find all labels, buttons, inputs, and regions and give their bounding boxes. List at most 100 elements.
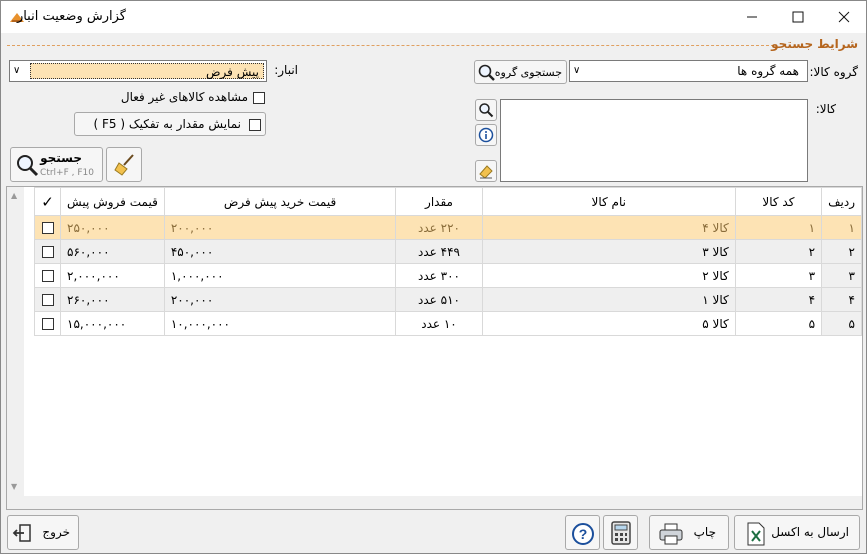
warehouse-select[interactable]: ∨ پیش فرض xyxy=(9,60,267,82)
table-row[interactable]: ۵ ۵ کالا ۵ ۱۰ عدد ۱۰,۰۰۰,۰۰۰ ۱۵,۰۰۰,۰۰۰ xyxy=(33,311,862,336)
row-select-cell xyxy=(33,311,62,336)
column-header-quantity[interactable]: مقدار xyxy=(395,187,483,216)
product-group-label: گروه کالا: xyxy=(809,65,859,79)
product-group-select[interactable]: ∨ همه گروه ها xyxy=(569,60,808,82)
table-row[interactable]: ۴ ۴ کالا ۱ ۵۱۰ عدد ۲۰۰,۰۰۰ ۲۶۰,۰۰۰ xyxy=(33,287,862,312)
section-divider xyxy=(7,45,774,46)
maximize-icon xyxy=(792,11,804,23)
group-search-button[interactable]: جستجوی گروه xyxy=(474,60,567,84)
row-checkbox[interactable] xyxy=(41,270,54,282)
title-bar: گزارش وضعیت انبار xyxy=(1,1,866,33)
vertical-scrollbar[interactable]: ▲ ▼ xyxy=(7,187,24,509)
show-breakdown-toggle[interactable]: نمایش مقدار به تفکیک ( F5 ) xyxy=(74,112,266,136)
calculator-button[interactable] xyxy=(603,515,638,550)
minimize-button[interactable] xyxy=(729,1,775,33)
search-icon xyxy=(479,103,494,118)
product-code: ۳ xyxy=(734,263,823,288)
product-clear-button[interactable] xyxy=(475,160,497,182)
row-checkbox[interactable] xyxy=(41,294,54,306)
product-quantity: ۱۰ عدد xyxy=(395,311,483,336)
product-code: ۱ xyxy=(734,215,823,240)
scroll-up-icon[interactable]: ▲ xyxy=(11,191,17,200)
buy-price: ۱۰,۰۰۰,۰۰۰ xyxy=(163,311,397,336)
column-header-code[interactable]: کد کالا xyxy=(734,187,823,216)
stock-table-panel: ▲ ▼ ردیف کد کالا نام کالا مقدار قیمت خری… xyxy=(6,186,863,510)
help-button[interactable]: ? xyxy=(565,515,600,550)
sell-price: ۲۵۰,۰۰۰ xyxy=(60,215,165,240)
exit-button[interactable]: خروج xyxy=(7,515,79,550)
calculator-icon xyxy=(611,521,631,545)
report-window: گزارش وضعیت انبار شرایط جستجو انبار: ∨ پ… xyxy=(0,0,867,554)
chevron-down-icon: ∨ xyxy=(13,65,21,76)
close-button[interactable] xyxy=(821,1,867,33)
search-button[interactable]: جستجو Ctrl+F , F10 xyxy=(10,147,103,182)
buy-price: ۴۵۰,۰۰۰ xyxy=(163,239,397,264)
product-quantity: ۴۴۹ عدد xyxy=(395,239,483,264)
buy-price: ۱,۰۰۰,۰۰۰ xyxy=(163,263,397,288)
row-number: ۴ xyxy=(821,287,862,312)
help-icon: ? xyxy=(572,523,594,545)
table-row[interactable]: ۲ ۲ کالا ۳ ۴۴۹ عدد ۴۵۰,۰۰۰ ۵۶۰,۰۰۰ xyxy=(33,239,862,264)
product-info-button[interactable] xyxy=(475,124,497,146)
product-code: ۴ xyxy=(734,287,823,312)
maximize-button[interactable] xyxy=(775,1,821,33)
column-header-row-no[interactable]: ردیف xyxy=(821,187,862,216)
product-list-field[interactable] xyxy=(500,99,808,182)
table-row[interactable]: ۳ ۳ کالا ۲ ۳۰۰ عدد ۱,۰۰۰,۰۰۰ ۲,۰۰۰,۰۰۰ xyxy=(33,263,862,288)
warehouse-value: پیش فرض xyxy=(206,65,259,79)
search-button-label: جستجو xyxy=(40,151,82,165)
product-name: کالا ۴ xyxy=(481,215,736,240)
buy-price: ۲۰۰,۰۰۰ xyxy=(163,215,397,240)
show-breakdown-label: نمایش مقدار به تفکیک ( F5 ) xyxy=(93,117,241,131)
product-quantity: ۵۱۰ عدد xyxy=(395,287,483,312)
product-quantity: ۲۲۰ عدد xyxy=(395,215,483,240)
horizontal-scrollbar[interactable] xyxy=(24,496,862,509)
column-header-sell-price[interactable]: قیمت فروش پیش xyxy=(60,187,165,216)
column-header-buy-price[interactable]: قیمت خرید پیش فرض xyxy=(163,187,397,216)
buy-price: ۲۰۰,۰۰۰ xyxy=(163,287,397,312)
product-label: کالا: xyxy=(815,102,836,116)
chevron-down-icon: ∨ xyxy=(573,65,581,76)
search-icon xyxy=(17,155,39,177)
row-select-cell xyxy=(33,263,62,288)
sell-price: ۲,۰۰۰,۰۰۰ xyxy=(60,263,165,288)
column-header-select[interactable]: ✓ xyxy=(33,187,62,216)
row-checkbox[interactable] xyxy=(41,246,54,258)
exit-icon xyxy=(12,524,31,542)
broom-icon xyxy=(114,154,134,176)
search-shortcut-label: Ctrl+F , F10 xyxy=(40,168,94,178)
eraser-icon xyxy=(479,165,493,179)
print-button[interactable]: چاپ xyxy=(649,515,729,550)
product-code: ۲ xyxy=(734,239,823,264)
print-label: چاپ xyxy=(693,525,716,539)
sell-price: ۲۶۰,۰۰۰ xyxy=(60,287,165,312)
product-name: کالا ۵ xyxy=(481,311,736,336)
clear-filters-button[interactable] xyxy=(106,147,142,182)
show-breakdown-checkbox[interactable] xyxy=(249,119,261,131)
export-excel-label: ارسال به اکسل xyxy=(771,525,849,539)
search-section-label: شرایط جستجو xyxy=(771,37,858,51)
row-select-cell xyxy=(33,239,62,264)
scroll-down-icon[interactable]: ▼ xyxy=(11,482,17,491)
sell-price: ۵۶۰,۰۰۰ xyxy=(60,239,165,264)
group-search-label: جستجوی گروه xyxy=(494,66,562,79)
warehouse-select-focus: پیش فرض xyxy=(30,63,264,79)
row-checkbox[interactable] xyxy=(41,318,54,330)
export-excel-button[interactable]: ارسال به اکسل xyxy=(734,515,860,550)
stock-table: ردیف کد کالا نام کالا مقدار قیمت خرید پی… xyxy=(33,187,862,336)
excel-icon xyxy=(747,522,765,546)
info-icon xyxy=(478,127,494,143)
show-inactive-checkbox[interactable] xyxy=(253,92,265,104)
row-number: ۵ xyxy=(821,311,862,336)
product-quantity: ۳۰۰ عدد xyxy=(395,263,483,288)
product-search-button[interactable] xyxy=(475,99,497,121)
row-number: ۱ xyxy=(821,215,862,240)
table-row[interactable]: ۱ ۱ کالا ۴ ۲۲۰ عدد ۲۰۰,۰۰۰ ۲۵۰,۰۰۰ xyxy=(33,215,862,240)
column-header-name[interactable]: نام کالا xyxy=(481,187,736,216)
table-header-row: ردیف کد کالا نام کالا مقدار قیمت خرید پی… xyxy=(33,187,862,216)
warehouse-label: انبار: xyxy=(274,63,298,77)
search-section-header: شرایط جستجو xyxy=(3,34,864,54)
row-checkbox[interactable] xyxy=(41,222,54,234)
product-name: کالا ۲ xyxy=(481,263,736,288)
minimize-icon xyxy=(747,16,757,18)
